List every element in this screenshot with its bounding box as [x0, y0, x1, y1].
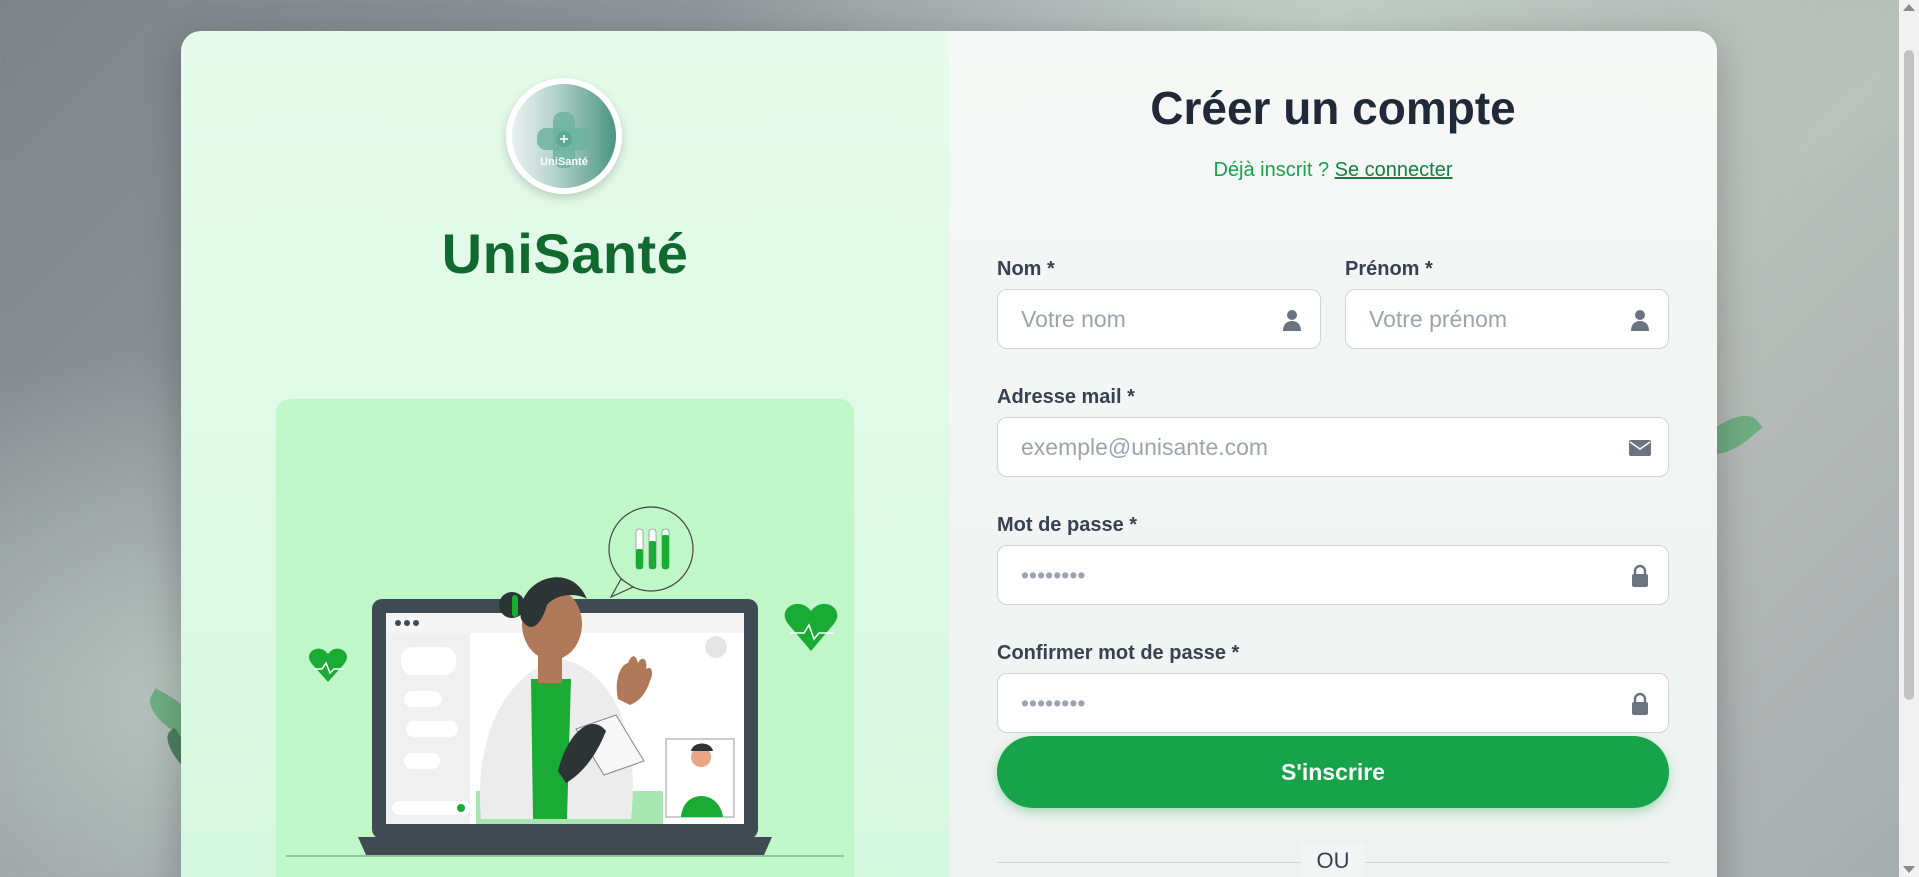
confirm-password-input[interactable] [998, 674, 1668, 732]
password-input[interactable] [998, 546, 1668, 604]
brand-panel: UniSanté UniSanté [181, 31, 949, 877]
scroll-up-arrow-icon[interactable] [1903, 4, 1915, 11]
email-field [997, 417, 1669, 477]
already-registered-text: Déjà inscrit ? [1213, 159, 1330, 181]
medical-cross-icon [537, 112, 591, 168]
scroll-down-arrow-icon[interactable] [1903, 866, 1915, 873]
email-label: Adresse mail * [997, 386, 1135, 408]
user-icon [1283, 310, 1301, 331]
signup-button[interactable]: S'inscrire [997, 736, 1669, 808]
confirm-password-label: Confirmer mot de passe * [997, 642, 1240, 664]
telemedicine-illustration [276, 399, 854, 877]
separator-text: OU [1301, 843, 1365, 877]
page-title: Créer un compte [1150, 82, 1516, 134]
first-name-field [1345, 289, 1669, 349]
logo-emblem: UniSanté [512, 84, 616, 188]
last-name-label: Nom * [997, 258, 1055, 280]
login-link[interactable]: Se connecter [1335, 159, 1453, 181]
signup-form-panel: Créer un compte Déjà inscrit ? Se connec… [949, 31, 1717, 877]
page-scrollbar[interactable] [1899, 0, 1919, 877]
last-name-input[interactable] [998, 290, 1320, 348]
password-label: Mot de passe * [997, 514, 1138, 536]
lock-icon [1632, 564, 1648, 587]
brand-name: UniSanté [441, 222, 689, 285]
login-prompt: Déjà inscrit ? Se connecter [949, 159, 1717, 182]
doctor-video-call-illustration [286, 506, 844, 857]
email-input[interactable] [998, 418, 1668, 476]
lock-icon [1632, 692, 1648, 715]
logo-text: UniSanté [540, 156, 588, 168]
scrollbar-thumb[interactable] [1904, 50, 1914, 700]
user-icon [1631, 310, 1649, 331]
first-name-label: Prénom * [1345, 258, 1433, 280]
app-logo: UniSanté [506, 78, 622, 194]
last-name-field [997, 289, 1321, 349]
envelope-icon [1629, 440, 1651, 456]
signup-card: UniSanté UniSanté Créer un compte Déjà i… [181, 31, 1717, 877]
first-name-input[interactable] [1346, 290, 1668, 348]
confirm-password-field [997, 673, 1669, 733]
password-field [997, 545, 1669, 605]
